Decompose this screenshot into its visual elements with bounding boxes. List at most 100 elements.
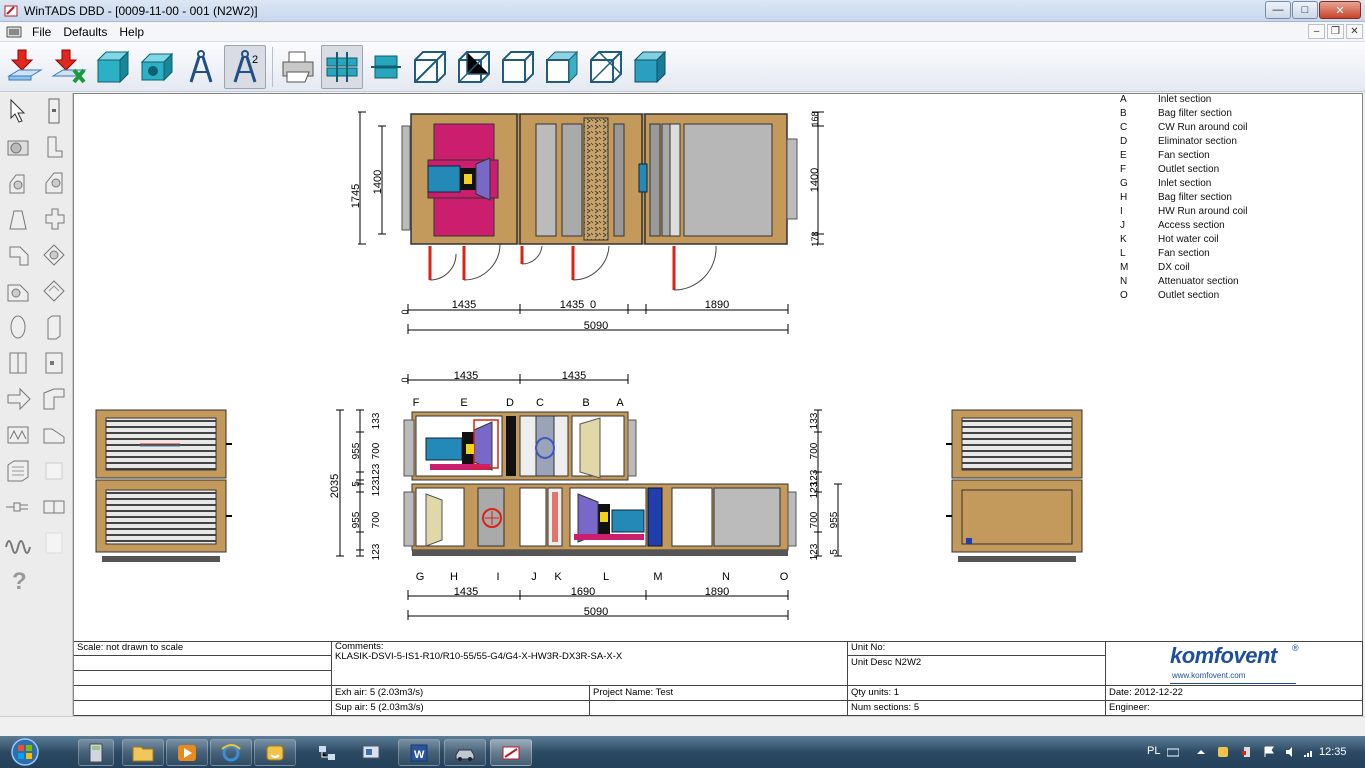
palette-transition-1[interactable] [2, 167, 34, 199]
language-indicator[interactable]: PL [1147, 745, 1160, 757]
mdi-restore-button[interactable]: ❐ [1327, 24, 1344, 39]
palette-rect-duct[interactable] [38, 311, 70, 343]
menu-file[interactable]: File [26, 25, 57, 39]
palette-cap[interactable] [38, 383, 70, 415]
legend-row-a: A Inlet section [1120, 94, 1212, 105]
palette-wave[interactable] [2, 527, 34, 559]
rect-duct-icon [47, 315, 61, 340]
menu-help[interactable]: Help [113, 25, 150, 39]
palette-silencer[interactable] [2, 455, 34, 487]
taskbar-wintads[interactable] [490, 739, 532, 766]
palette-tee[interactable] [38, 203, 70, 235]
taskbar-ie[interactable] [210, 739, 252, 766]
legend-row-d: D Eliminator section [1120, 136, 1237, 147]
palette-round-duct[interactable] [2, 311, 34, 343]
messenger-tray-icon[interactable] [1217, 746, 1229, 758]
top-view-button[interactable] [321, 44, 363, 89]
side-view-button[interactable] [365, 45, 407, 89]
taskbar-word[interactable]: W [398, 739, 440, 766]
transition-icon [9, 174, 25, 194]
print-button[interactable] [277, 45, 319, 89]
minimize-button[interactable]: — [1265, 1, 1291, 19]
show-hidden-icons-icon[interactable] [1195, 746, 1207, 758]
coil-icon [7, 426, 29, 444]
maximize-button[interactable]: □ [1292, 1, 1318, 19]
unit-desc: Unit Desc N2W2 [848, 656, 1106, 686]
compass-button[interactable] [180, 45, 222, 89]
system-tray: PL 12:35 [1065, 736, 1365, 768]
palette-fan-round[interactable] [2, 131, 34, 163]
status-bar [0, 716, 1365, 736]
document-menu-icon[interactable] [6, 26, 22, 38]
keyboard-icon[interactable] [1167, 746, 1179, 758]
wireframe-view-2-button[interactable] [453, 45, 495, 89]
palette-access-door[interactable] [2, 347, 34, 379]
compass-2-button[interactable]: 2 [224, 44, 266, 89]
taskbar-media-player[interactable] [166, 739, 208, 766]
palette-elbow[interactable] [2, 239, 34, 271]
comments-cell: Comments: KLASIK-DSVI-5-IS1-R10/R10-55/5… [332, 641, 848, 686]
legend-row-e: E Fan section [1120, 150, 1210, 161]
close-button[interactable]: ✕ [1319, 1, 1361, 19]
palette-pointer[interactable] [2, 95, 34, 127]
num-sections: Num sections: 5 [848, 701, 1106, 716]
shaded-view-1-button[interactable] [541, 45, 583, 89]
palette-bend[interactable] [38, 131, 70, 163]
volume-icon[interactable] [1285, 746, 1297, 758]
palette-transition-2[interactable] [38, 167, 70, 199]
palette-help[interactable]: ? [2, 563, 34, 595]
side-bottom-dim-3: 1890 [705, 586, 729, 598]
shaded-view-2-button[interactable] [585, 45, 627, 89]
palette-reducer[interactable] [38, 419, 70, 451]
upper-letter-F: F [413, 397, 420, 409]
action-center-flag-icon[interactable] [1263, 746, 1275, 758]
side-view: 0 1435 1435 F E D C B A 2035 133 700 955… [329, 370, 842, 620]
palette-offset[interactable] [2, 275, 34, 307]
right-dim-123-bottom: 123 [809, 543, 820, 560]
scale-label: Scale: not drawn to scale [74, 641, 332, 656]
right-extra-955: 955 [829, 511, 840, 528]
import-button[interactable] [4, 45, 46, 89]
right-dim-133: 133 [809, 412, 820, 429]
palette-door-2[interactable] [38, 347, 70, 379]
palette-plug[interactable] [2, 491, 34, 523]
solid-view-button[interactable] [629, 45, 671, 89]
window-title: WinTADS DBD - [0009-11-00 - 001 (N2W2)] [24, 3, 258, 18]
palette-pattern-disabled[interactable] [38, 527, 70, 559]
top-view-icon [326, 51, 358, 82]
palette-filter-disabled[interactable] [38, 455, 70, 487]
section-box-button[interactable] [92, 45, 134, 89]
drawing-canvas[interactable]: 1745 1400 168 1400 178 0 1435 1435 0 189… [73, 93, 1363, 716]
palette-panel[interactable] [38, 95, 70, 127]
delete-import-button[interactable] [48, 45, 90, 89]
legend-row-i: I HW Run around coil [1120, 206, 1248, 217]
blank-cell-2 [74, 671, 332, 686]
menu-bar: File Defaults Help – ❐ ✕ [0, 22, 1365, 42]
palette-elbow-2[interactable] [38, 239, 70, 271]
toolbar-separator [272, 46, 273, 87]
taskbar-explorer[interactable] [122, 739, 164, 766]
wireframe-view-1-button[interactable] [409, 45, 451, 89]
legend-row-k: K Hot water coil [1120, 234, 1219, 245]
palette-coil[interactable] [2, 419, 34, 451]
palette-damper[interactable] [2, 203, 34, 235]
mdi-minimize-button[interactable]: – [1308, 24, 1325, 39]
taskbar-network[interactable] [306, 739, 348, 766]
network-signal-icon[interactable] [1303, 746, 1315, 758]
clock[interactable]: 12:35 [1319, 746, 1347, 758]
menu-defaults[interactable]: Defaults [57, 25, 113, 39]
taskbar-app-2[interactable] [350, 739, 392, 766]
lower-letter-K: K [554, 571, 562, 583]
taskbar-calculator[interactable] [78, 739, 114, 766]
usb-icon[interactable] [1241, 746, 1253, 758]
wireframe-view-3-button[interactable] [497, 45, 539, 89]
taskbar-app-car[interactable] [444, 739, 486, 766]
taskbar-messenger[interactable] [254, 739, 296, 766]
section-duct-button[interactable] [136, 45, 178, 89]
start-button[interactable] [6, 737, 44, 767]
palette-book[interactable] [38, 491, 70, 523]
palette-arrow[interactable] [2, 383, 34, 415]
mdi-close-button[interactable]: ✕ [1346, 24, 1363, 39]
palette-diamond[interactable] [38, 275, 70, 307]
door-2-icon [45, 352, 63, 374]
